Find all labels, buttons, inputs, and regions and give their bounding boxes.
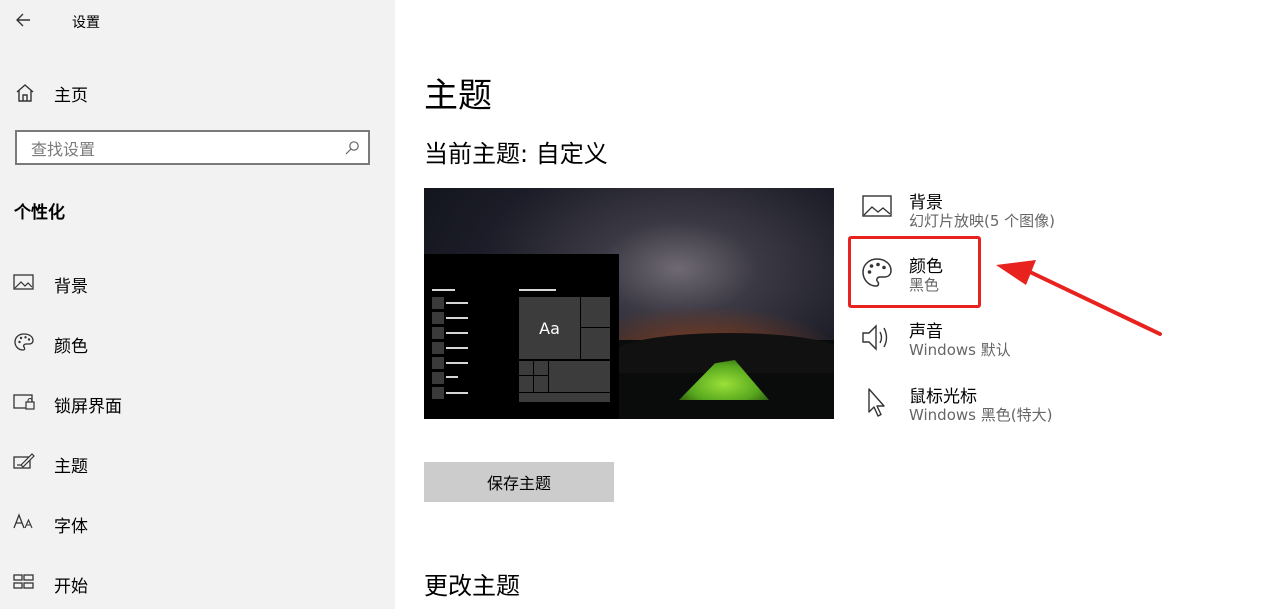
lock-screen-icon xyxy=(12,391,36,413)
setting-value: Windows 默认 xyxy=(909,341,1011,359)
page-title: 主题 xyxy=(424,76,492,116)
sidebar-item-label: 颜色 xyxy=(54,337,88,357)
section-label: 个性化 xyxy=(14,203,65,223)
sidebar-item-background[interactable]: 背景 xyxy=(0,262,395,302)
back-arrow-icon xyxy=(16,13,30,27)
window-title: 设置 xyxy=(72,15,100,31)
start-icon xyxy=(12,571,36,593)
search-box[interactable] xyxy=(15,130,370,165)
sidebar-item-label: 开始 xyxy=(54,577,88,597)
sidebar-item-label: 背景 xyxy=(54,277,88,297)
setting-value: 幻灯片放映(5 个图像) xyxy=(909,212,1056,230)
sidebar-item-label: 字体 xyxy=(54,517,88,537)
sidebar-item-label: 主页 xyxy=(54,86,88,106)
cursor-icon xyxy=(860,386,894,420)
palette-icon xyxy=(12,331,36,353)
home-icon xyxy=(14,82,36,104)
tile-aa: Aa xyxy=(518,296,581,360)
theme-setting-mouse-cursor[interactable]: 鼠标光标 Windows 黑色(特大) xyxy=(860,386,1160,436)
sidebar-item-colors[interactable]: 颜色 xyxy=(0,322,395,362)
theme-icon xyxy=(12,451,36,473)
start-menu-preview: Aa xyxy=(424,254,619,419)
sidebar-item-home[interactable]: 主页 xyxy=(0,76,395,108)
sidebar-item-start[interactable]: 开始 xyxy=(0,562,395,602)
save-theme-button[interactable]: 保存主题 xyxy=(424,462,614,502)
sidebar-item-label: 主题 xyxy=(54,457,88,477)
search-icon[interactable] xyxy=(344,140,360,156)
speaker-icon xyxy=(860,321,894,355)
sidebar: 设置 主页 个性化 背景 xyxy=(0,0,395,609)
image-icon xyxy=(12,271,36,293)
back-button[interactable] xyxy=(12,8,36,32)
sidebar-item-fonts[interactable]: 字体 xyxy=(0,502,395,542)
sidebar-item-label: 锁屏界面 xyxy=(54,397,122,417)
font-icon xyxy=(12,511,36,533)
current-theme-heading: 当前主题: 自定义 xyxy=(424,140,608,168)
theme-preview: Aa xyxy=(424,188,834,419)
highlight-box xyxy=(848,236,981,308)
sidebar-item-lock-screen[interactable]: 锁屏界面 xyxy=(0,382,395,422)
setting-value: Windows 黑色(特大) xyxy=(909,406,1053,424)
red-arrow-annotation xyxy=(996,260,1162,336)
theme-setting-background[interactable]: 背景 幻灯片放映(5 个图像) xyxy=(860,192,1160,242)
sidebar-item-themes[interactable]: 主题 xyxy=(0,442,395,482)
image-icon xyxy=(860,192,894,226)
search-input[interactable] xyxy=(29,137,333,161)
change-theme-heading: 更改主题 xyxy=(424,572,520,600)
